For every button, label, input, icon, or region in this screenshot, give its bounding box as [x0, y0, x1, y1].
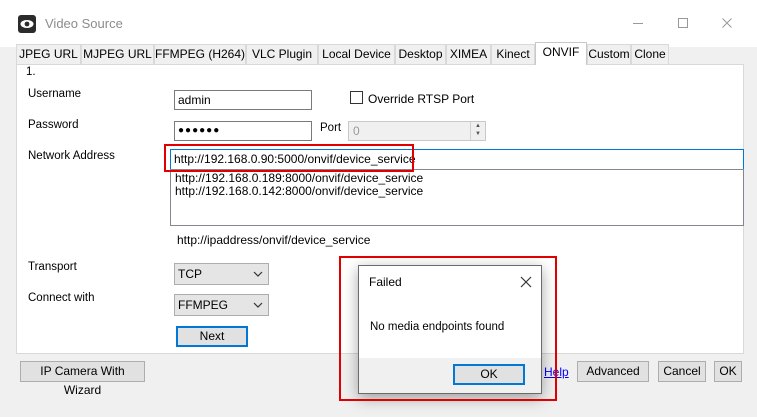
dialog-ok-button[interactable]: OK	[453, 364, 525, 385]
tab-kinect[interactable]: Kinect	[491, 44, 535, 64]
list-item[interactable]: http://192.168.0.142:8000/onvif/device_s…	[175, 185, 739, 198]
username-input[interactable]: admin	[174, 90, 312, 110]
tab-onvif[interactable]: ONVIF	[535, 42, 587, 65]
connect-with-value: FFMPEG	[178, 298, 228, 312]
maximize-button[interactable]	[668, 12, 698, 36]
minimize-button[interactable]	[623, 12, 653, 36]
dialog-footer: OK	[359, 358, 541, 393]
dialog-message: No media endpoints found	[370, 321, 505, 333]
close-icon[interactable]	[520, 276, 532, 288]
dialog-title: Failed	[369, 275, 402, 289]
tab-jpeg-url[interactable]: JPEG URL	[16, 44, 81, 64]
network-address-input[interactable]: http://192.168.0.90:5000/onvif/device_se…	[170, 149, 744, 170]
username-label: Username	[28, 88, 82, 100]
tab-ximea[interactable]: XIMEA	[446, 44, 491, 64]
chevron-up-icon[interactable]: ▲	[471, 122, 485, 130]
ip-camera-wizard-button[interactable]: IP Camera With Wizard	[20, 361, 145, 397]
password-label: Password	[28, 119, 79, 131]
next-button[interactable]: Next	[176, 326, 248, 347]
failed-dialog: Failed No media endpoints found OK	[358, 265, 542, 394]
password-input[interactable]: ●●●●●●	[174, 121, 312, 141]
close-icon	[722, 18, 732, 28]
tab-vlc-plugin[interactable]: VLC Plugin	[246, 44, 318, 64]
minimize-icon	[633, 23, 643, 24]
connect-with-select[interactable]: FFMPEG	[174, 294, 269, 316]
advanced-button[interactable]: Advanced	[577, 361, 649, 382]
port-label: Port	[320, 122, 342, 134]
override-rtsp-label: Override RTSP Port	[368, 92, 475, 106]
tab-desktop[interactable]: Desktop	[395, 44, 446, 64]
title-bar: Video Source	[0, 0, 757, 47]
transport-value: TCP	[178, 267, 202, 281]
port-stepper[interactable]: 0 ▲ ▼	[348, 121, 486, 141]
close-button[interactable]	[712, 12, 742, 36]
address-hint: http://ipaddress/onvif/device_service	[177, 233, 371, 247]
port-stepper-arrows[interactable]: ▲ ▼	[470, 122, 485, 140]
tab-custom[interactable]: Custom	[587, 44, 631, 64]
discovered-devices-list[interactable]: http://192.168.0.189:8000/onvif/device_s…	[170, 169, 744, 226]
transport-label: Transport	[28, 261, 77, 273]
cancel-button[interactable]: Cancel	[658, 361, 706, 382]
help-link[interactable]: Help	[544, 365, 569, 379]
chevron-down-icon[interactable]: ▼	[471, 130, 485, 138]
step-number: 1.	[26, 66, 36, 78]
window-title: Video Source	[45, 16, 123, 31]
tab-local-device[interactable]: Local Device	[318, 44, 395, 64]
maximize-icon	[678, 18, 688, 28]
ok-button[interactable]: OK	[714, 361, 742, 382]
eye-app-icon	[18, 15, 36, 33]
network-address-label: Network Address	[28, 150, 115, 162]
tab-mjpeg-url[interactable]: MJPEG URL	[81, 44, 154, 64]
tab-ffmpeg-h264[interactable]: FFMPEG (H264)	[154, 44, 246, 64]
override-rtsp-checkbox[interactable]	[350, 91, 363, 104]
tab-clone[interactable]: Clone	[631, 44, 669, 64]
transport-select[interactable]: TCP	[174, 263, 269, 285]
chevron-down-icon	[253, 302, 263, 308]
chevron-down-icon	[253, 271, 263, 277]
port-value: 0	[353, 124, 360, 138]
connect-with-label: Connect with	[28, 292, 95, 304]
